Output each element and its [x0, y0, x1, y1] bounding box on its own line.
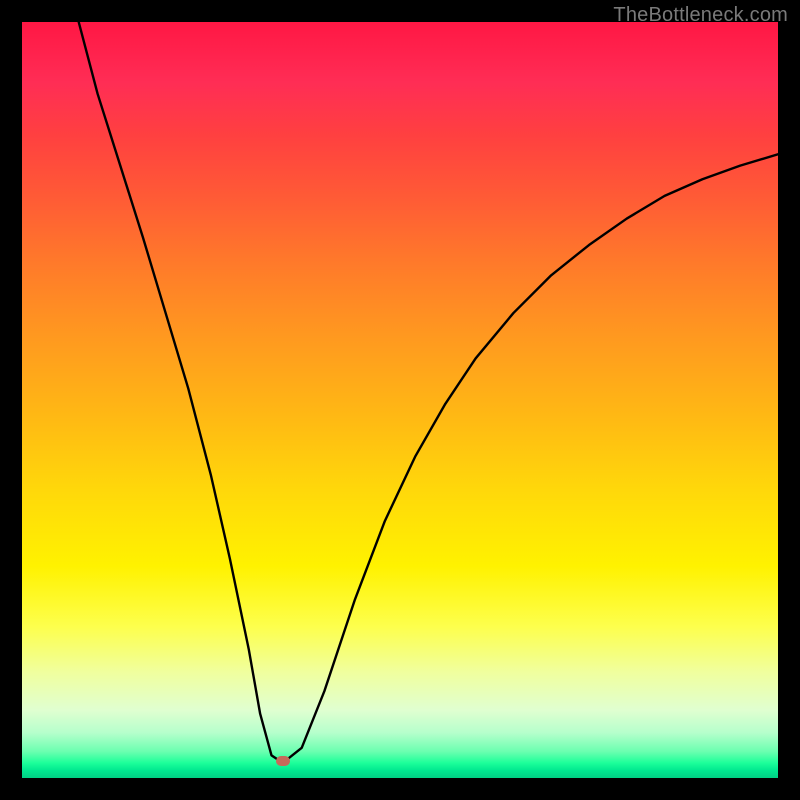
curve-svg: [22, 22, 778, 778]
optimum-marker: [276, 756, 290, 766]
bottleneck-curve: [79, 22, 778, 763]
plot-area: [22, 22, 778, 778]
watermark-text: TheBottleneck.com: [613, 4, 788, 27]
chart-container: TheBottleneck.com: [0, 0, 800, 800]
